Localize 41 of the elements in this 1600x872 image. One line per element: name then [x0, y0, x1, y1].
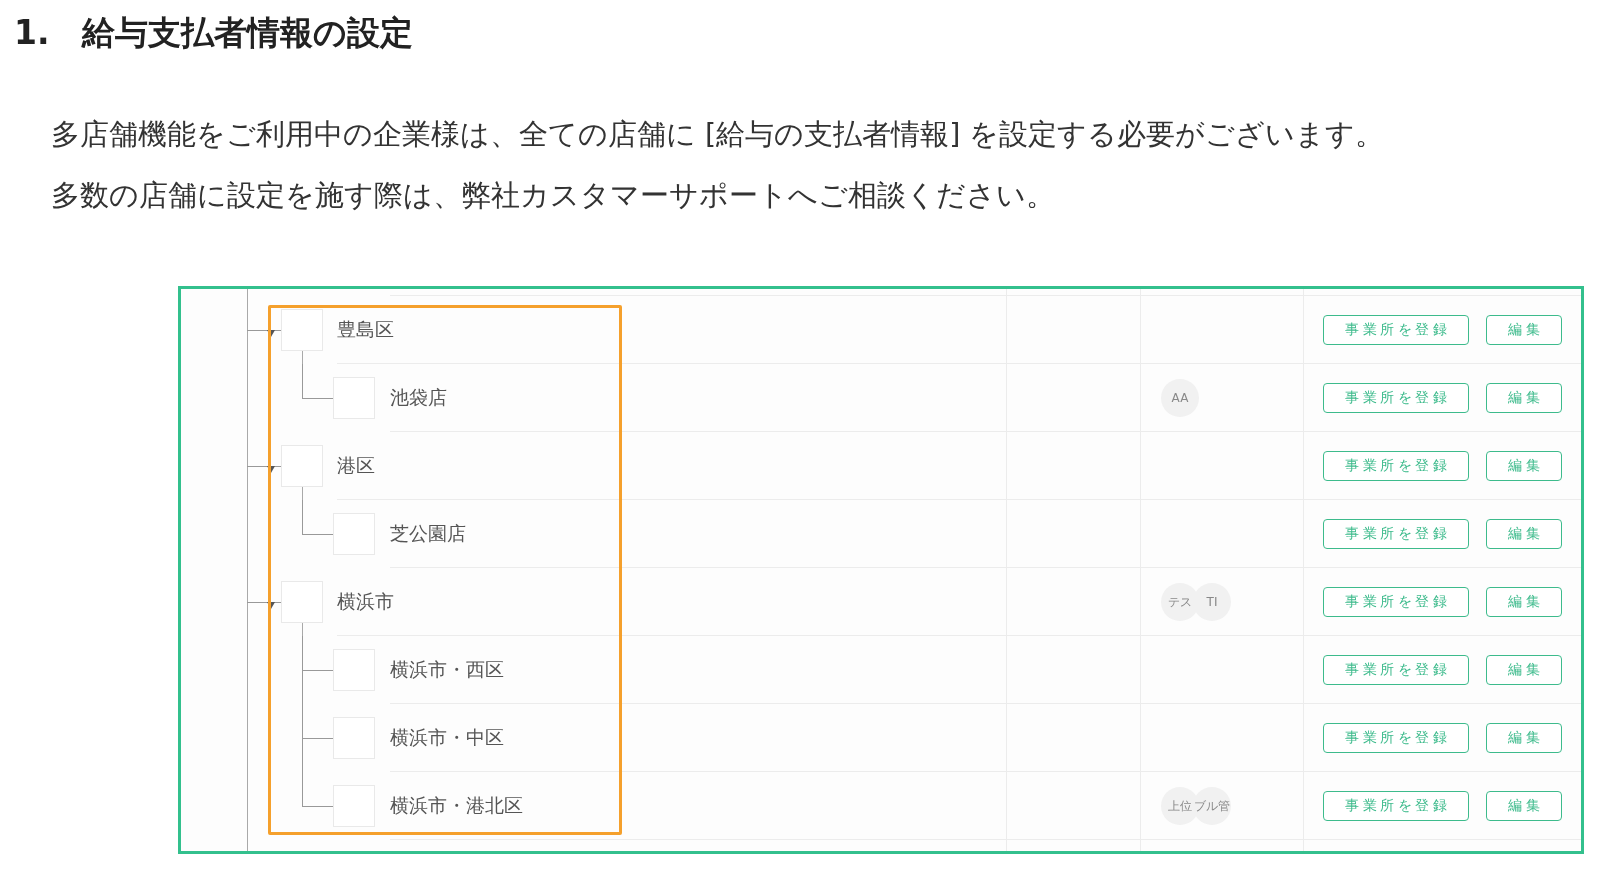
tree-node-label: 豊島区	[337, 317, 394, 342]
tree-branch-icon	[302, 500, 333, 535]
tree-node-label: 横浜市・港北区	[390, 793, 523, 818]
blank-thumbnail	[333, 649, 375, 691]
blank-thumbnail	[281, 309, 323, 351]
user-avatar: ブル管	[1193, 786, 1231, 825]
section-heading: 1. 給与支払者情報の設定	[14, 13, 415, 53]
user-avatar: TI	[1193, 582, 1231, 621]
register-office-button[interactable]: 事業所を登録	[1323, 790, 1469, 821]
tree-branch-icon	[302, 364, 333, 399]
blank-thumbnail	[333, 513, 375, 555]
edit-button[interactable]: 編集	[1486, 518, 1562, 549]
register-office-button[interactable]: 事業所を登録	[1323, 586, 1469, 617]
tree-node-label: 横浜市	[337, 589, 394, 614]
user-avatar: AA	[1161, 378, 1199, 417]
register-office-button[interactable]: 事業所を登録	[1323, 518, 1469, 549]
register-office-button[interactable]: 事業所を登録	[1323, 382, 1469, 413]
register-office-button[interactable]: 事業所を登録	[1323, 654, 1469, 685]
tree-node-label: 港区	[337, 453, 375, 478]
blank-thumbnail	[281, 581, 323, 623]
tree-node-label: 芝公園店	[390, 521, 466, 546]
edit-button[interactable]: 編集	[1486, 654, 1562, 685]
edit-button[interactable]: 編集	[1486, 586, 1562, 617]
register-office-button[interactable]: 事業所を登録	[1323, 450, 1469, 481]
edit-button[interactable]: 編集	[1486, 790, 1562, 821]
blank-thumbnail	[333, 377, 375, 419]
blank-thumbnail	[333, 785, 375, 827]
blank-thumbnail	[281, 445, 323, 487]
tree-node-label: 横浜市・中区	[390, 725, 504, 750]
tree-node-label: 横浜市・西区	[390, 657, 504, 682]
tree-branch-icon	[302, 636, 333, 704]
paragraph: 多数の店舗に設定を施す際は、弊社カスタマーサポートへご相談ください。	[51, 177, 1056, 214]
register-office-button[interactable]: 事業所を登録	[1323, 722, 1469, 753]
edit-button[interactable]: 編集	[1486, 382, 1562, 413]
paragraph: 多店舗機能をご利用中の企業様は、全ての店舗に [給与の支払者情報] を設定する必要がございます。	[51, 116, 1386, 153]
edit-button[interactable]: 編集	[1486, 314, 1562, 345]
tree-node-label: 池袋店	[390, 385, 447, 410]
edit-button[interactable]: 編集	[1486, 450, 1562, 481]
blank-thumbnail	[333, 717, 375, 759]
register-office-button[interactable]: 事業所を登録	[1323, 314, 1469, 345]
edit-button[interactable]: 編集	[1486, 722, 1562, 753]
